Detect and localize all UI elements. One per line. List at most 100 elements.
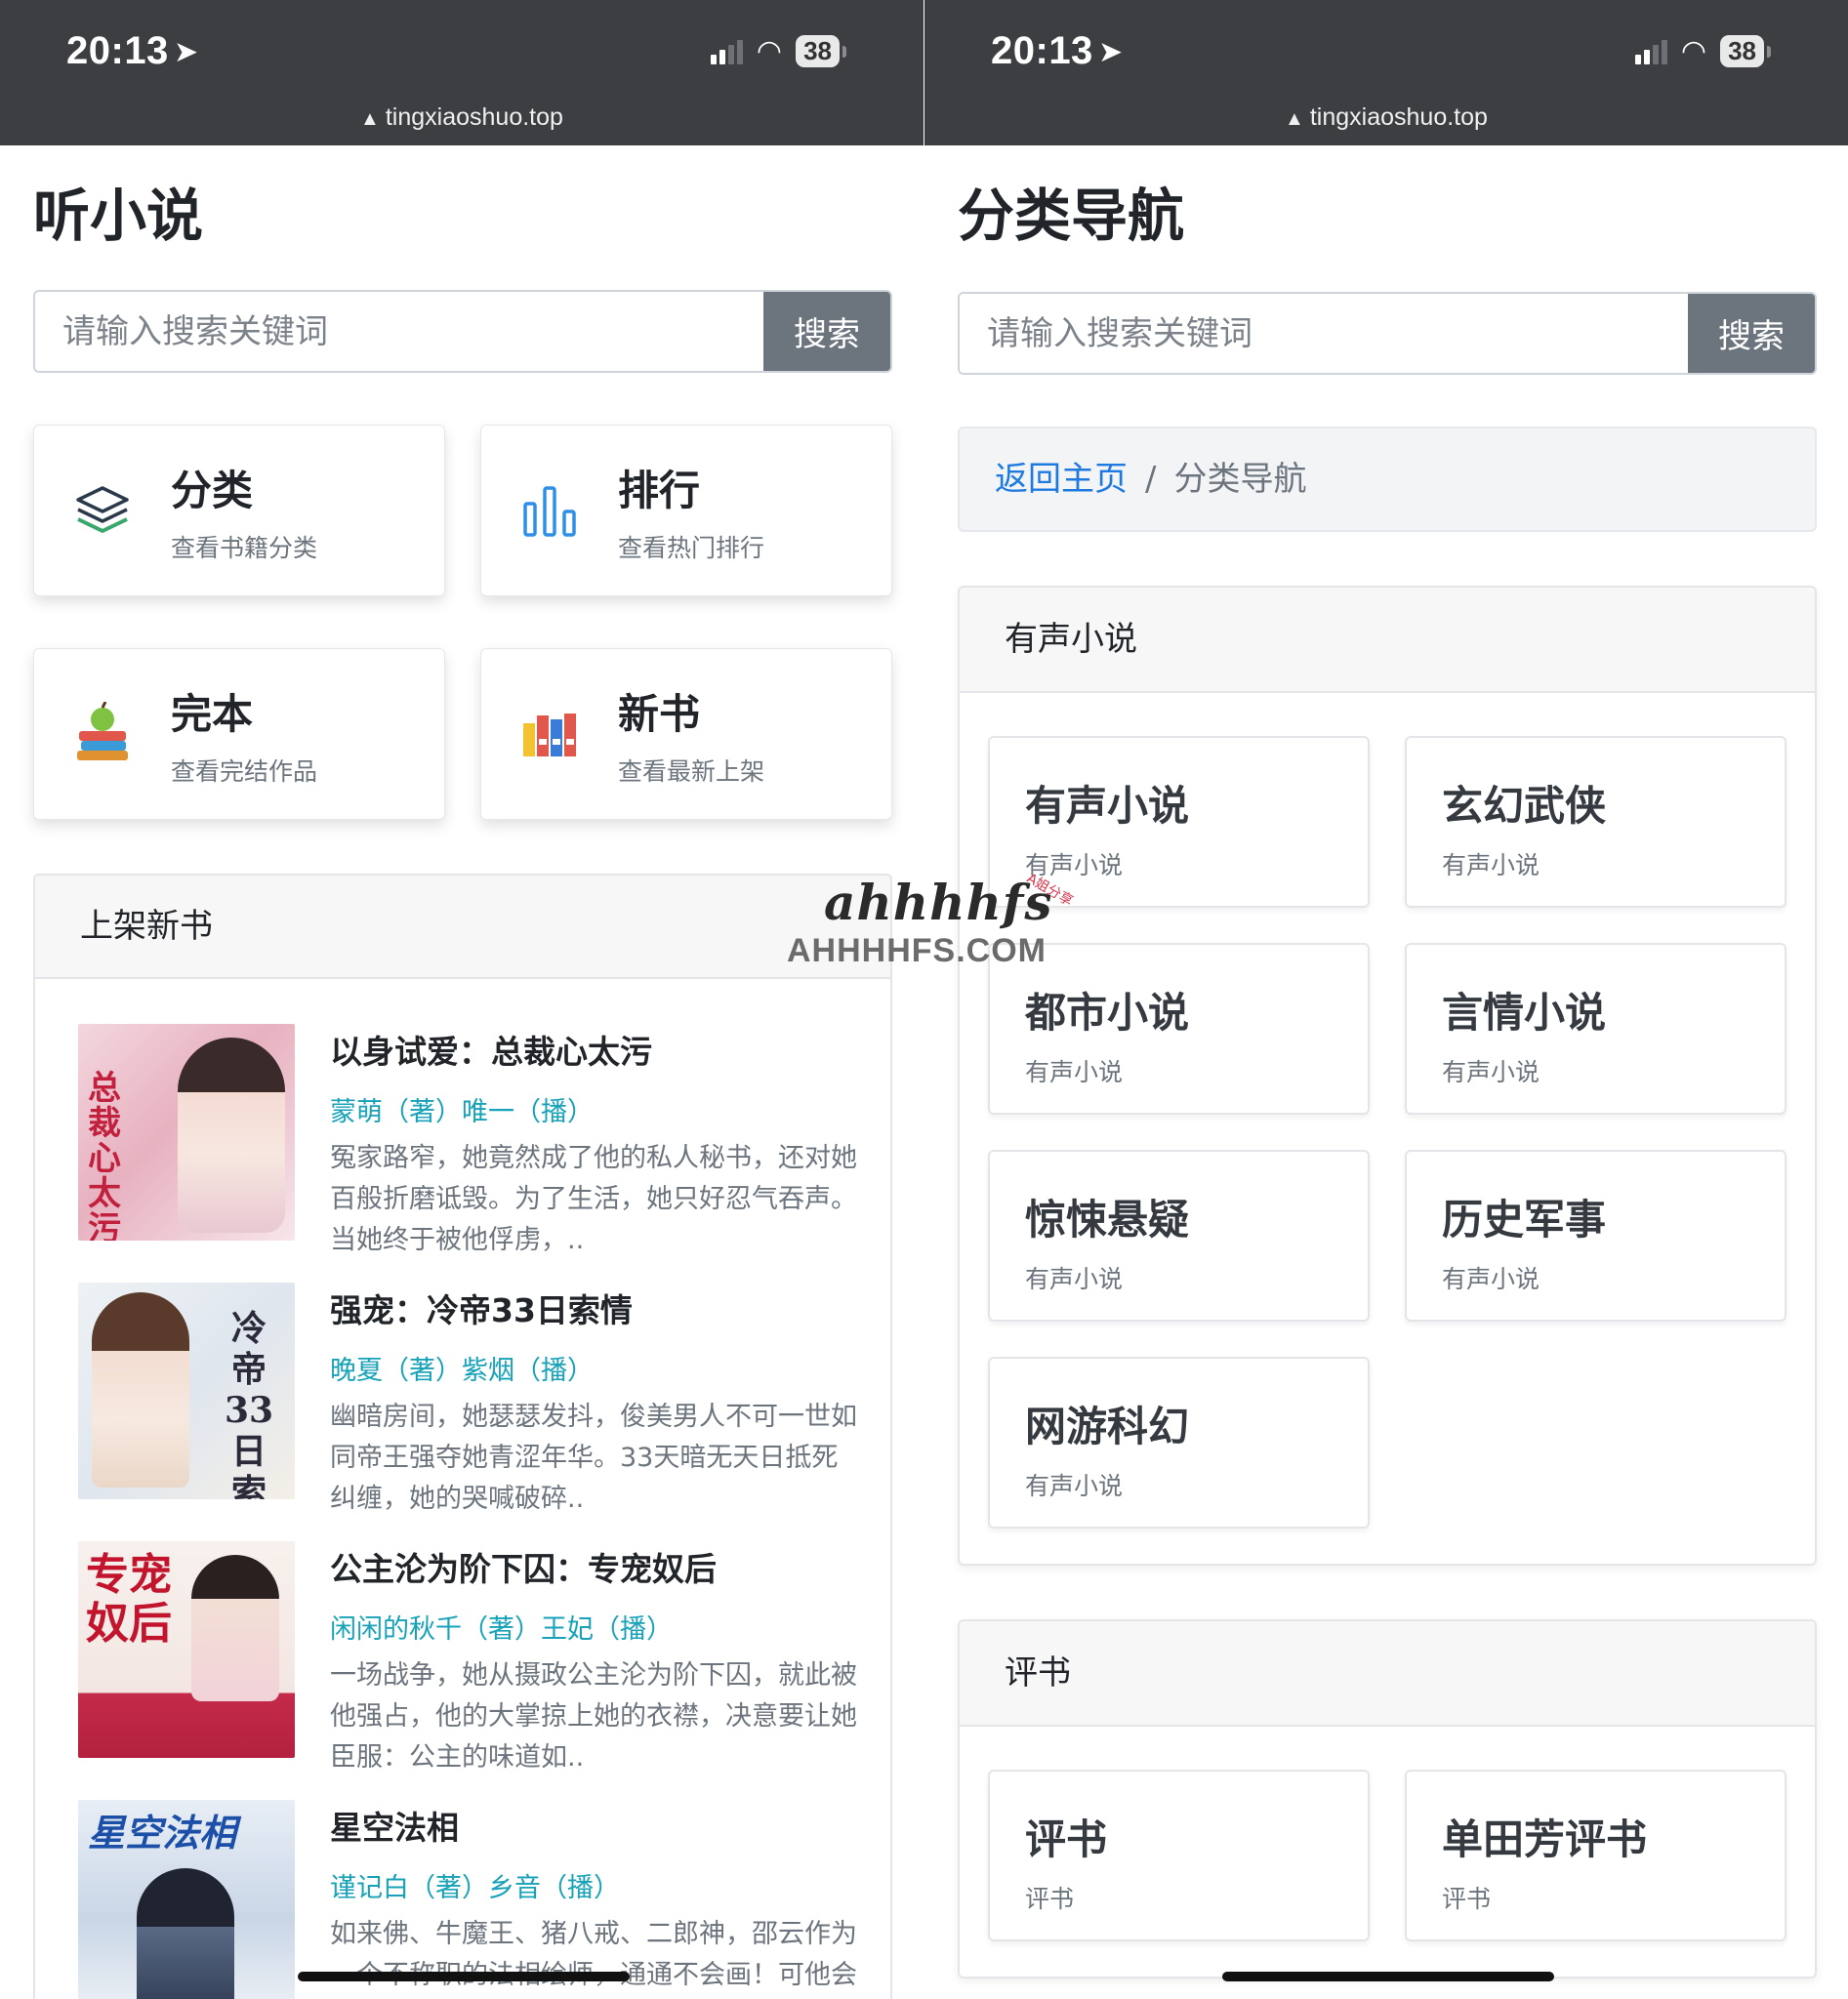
book-item[interactable]: 专宠奴后 公主沦为阶下囚：专宠奴后 闲闲的秋千（著）王妃（播） 一场战争，她从摄… (78, 1541, 890, 1800)
quick-title: 分类 (171, 466, 254, 514)
quick-title: 新书 (618, 689, 701, 738)
quick-subtitle: 查看热门排行 (618, 533, 765, 562)
category-item[interactable]: 单田芳评书 评书 (1405, 1770, 1786, 1941)
wifi-icon: ◠ (756, 33, 783, 68)
category-title: 言情小说 (1442, 989, 1607, 1037)
status-bar: 20:13 ➤ ◠ 38 ▲ tingxiaoshuo.top (0, 0, 924, 145)
warning-icon: ▲ (360, 108, 380, 130)
book-author: 蒙萌（著）唯一（播） (330, 1097, 594, 1127)
quick-card-new[interactable]: 新书 查看最新上架 (480, 648, 892, 820)
page-title: 听小说 (33, 183, 204, 249)
status-icons: ◠ 38 (1634, 33, 1771, 68)
quick-title: 排行 (618, 466, 701, 514)
status-time: 20:13 (991, 29, 1093, 72)
category-title: 有声小说 (1025, 782, 1190, 830)
warning-icon: ▲ (1285, 108, 1304, 130)
right-screen: 20:13 ➤ ◠ 38 ▲tingxiaoshuo.top 分类导航 搜索 返… (924, 0, 1848, 1999)
category-title: 评书 (1025, 1815, 1108, 1863)
location-arrow-icon: ➤ (1098, 35, 1124, 69)
battery-icon: 38 (796, 35, 846, 67)
url-text: tingxiaoshuo.top (385, 103, 563, 131)
cover-figure (191, 1555, 279, 1701)
section-header: 评书 (960, 1621, 1815, 1727)
quick-nav: 分类查看书籍分类 排行查看热门排行 完本查看完结作品 新书查看最新上架 (33, 425, 892, 820)
book-cover[interactable]: 冷帝33日索情 (78, 1283, 295, 1499)
book-title[interactable]: 星空法相 (330, 1802, 857, 1849)
book-title[interactable]: 强宠：冷帝33日索情 (330, 1285, 857, 1331)
book-cover[interactable]: 专宠奴后 (78, 1541, 295, 1758)
category-item[interactable]: 评书 评书 (988, 1770, 1370, 1941)
signal-icon (1634, 39, 1667, 64)
quick-title: 完本 (171, 689, 254, 738)
cover-title: 冷帝33日索情 (224, 1308, 274, 1499)
category-subtitle: 有声小说 (1025, 1472, 1124, 1500)
book-cover[interactable]: 星空法相 (78, 1800, 295, 1999)
cover-figure (137, 1868, 234, 1999)
search-input[interactable] (35, 292, 763, 371)
cover-figure (92, 1292, 189, 1488)
breadcrumb-separator: / (1145, 460, 1157, 499)
status-time: 20:13 (66, 29, 169, 72)
wifi-icon: ◠ (1680, 33, 1707, 68)
book-description: 如来佛、牛魔王、猪八戒、二郎神，邵云作为一个不称职的法相绘师，通通不会画！可他会… (330, 1919, 857, 1990)
section-header: 有声小说 (960, 588, 1815, 693)
book-description: 冤家路窄，她竟然成了他的私人秘书，还对她百般折磨诋毁。为了生活，她只好忍气吞声。… (330, 1143, 857, 1255)
book-item[interactable]: 冷帝33日索情 强宠：冷帝33日索情 晚夏（著）紫烟（播） 幽暗房间，她瑟瑟发抖… (78, 1283, 890, 1541)
category-item[interactable]: 历史军事 有声小说 (1405, 1150, 1786, 1322)
layers-icon (71, 479, 134, 542)
breadcrumb-home-link[interactable]: 返回主页 (995, 460, 1128, 499)
left-screen: 20:13 ➤ ◠ 38 ▲tingxiaoshuo.top 听小说 搜索 分类… (0, 0, 924, 1999)
search-button[interactable]: 搜索 (1688, 294, 1815, 373)
book-title[interactable]: 公主沦为阶下囚：专宠奴后 (330, 1543, 857, 1590)
quick-card-finished[interactable]: 完本 查看完结作品 (33, 648, 445, 820)
new-books-header: 上架新书 (35, 876, 890, 979)
category-subtitle: 评书 (1025, 1885, 1075, 1913)
book-cover[interactable]: 总裁心太污 (78, 1024, 295, 1241)
category-grid: 评书 评书 单田芳评书 评书 (960, 1727, 1815, 1977)
cover-title: 专宠奴后 (86, 1550, 172, 1649)
category-title: 网游科幻 (1025, 1403, 1190, 1450)
category-subtitle: 有声小说 (1025, 1058, 1124, 1086)
search-bar: 搜索 (33, 290, 892, 373)
book-item[interactable]: 星空法相 星空法相 谨记白（著）乡音（播） 如来佛、牛魔王、猪八戒、二郎神，邵云… (78, 1800, 890, 1999)
search-input[interactable] (960, 294, 1688, 373)
quick-subtitle: 查看书籍分类 (171, 533, 318, 562)
book-title[interactable]: 以身试爱：总裁心太污 (330, 1026, 857, 1073)
search-bar: 搜索 (958, 292, 1817, 375)
cover-title: 星空法相 (88, 1811, 237, 1855)
category-item[interactable]: 玄幻武侠 有声小说 (1405, 736, 1786, 908)
new-books-card: 上架新书 总裁心太污 以身试爱：总裁心太污 蒙萌（著）唯一（播） 冤家路窄，她竟… (33, 874, 892, 1999)
bar-chart-icon (518, 479, 581, 542)
home-indicator (298, 1972, 630, 1981)
quick-card-category[interactable]: 分类 查看书籍分类 (33, 425, 445, 596)
watermark-logo: ahhhhfs (824, 874, 1053, 931)
category-section-storytelling: 评书 评书 评书 单田芳评书 评书 (958, 1619, 1817, 1979)
quick-subtitle: 查看最新上架 (618, 756, 765, 786)
status-icons: ◠ 38 (710, 33, 846, 68)
category-grid: 有声小说 有声小说 玄幻武侠 有声小说 都市小说 有声小说 言情小说 有声小说 惊悚悬疑… (960, 693, 1815, 1564)
category-title: 惊悚悬疑 (1025, 1196, 1190, 1244)
search-button[interactable]: 搜索 (763, 292, 890, 371)
breadcrumb: 返回主页 / 分类导航 (958, 427, 1817, 532)
category-item[interactable]: 言情小说 有声小说 (1405, 943, 1786, 1115)
page-title: 分类导航 (958, 183, 1185, 249)
quick-card-ranking[interactable]: 排行 查看热门排行 (480, 425, 892, 596)
book-author: 闲闲的秋千（著）王妃（播） (330, 1614, 673, 1645)
home-indicator (1222, 1972, 1554, 1981)
cover-title: 总裁心太污 (88, 1069, 121, 1241)
address-bar[interactable]: ▲ tingxiaoshuo.top (924, 103, 1848, 132)
binders-icon (518, 703, 581, 765)
watermark-domain: AHHHHFS.COM (787, 932, 1047, 969)
address-bar[interactable]: ▲ tingxiaoshuo.top (0, 103, 924, 132)
book-author: 谨记白（著）乡音（播） (330, 1873, 620, 1903)
category-item[interactable]: 惊悚悬疑 有声小说 (988, 1150, 1370, 1322)
book-item[interactable]: 总裁心太污 以身试爱：总裁心太污 蒙萌（著）唯一（播） 冤家路窄，她竟然成了他的… (78, 1024, 890, 1283)
battery-icon: 38 (1720, 35, 1771, 67)
category-title: 单田芳评书 (1442, 1815, 1648, 1863)
book-description: 幽暗房间，她瑟瑟发抖，俊美男人不可一世如同帝王强夺她青涩年华。33天暗无天日抵死… (330, 1402, 857, 1514)
cover-figure (178, 1038, 285, 1233)
category-item[interactable]: 网游科幻 有声小说 (988, 1357, 1370, 1529)
quick-subtitle: 查看完结作品 (171, 756, 318, 786)
category-title: 都市小说 (1025, 989, 1190, 1037)
category-subtitle: 有声小说 (1442, 851, 1540, 879)
